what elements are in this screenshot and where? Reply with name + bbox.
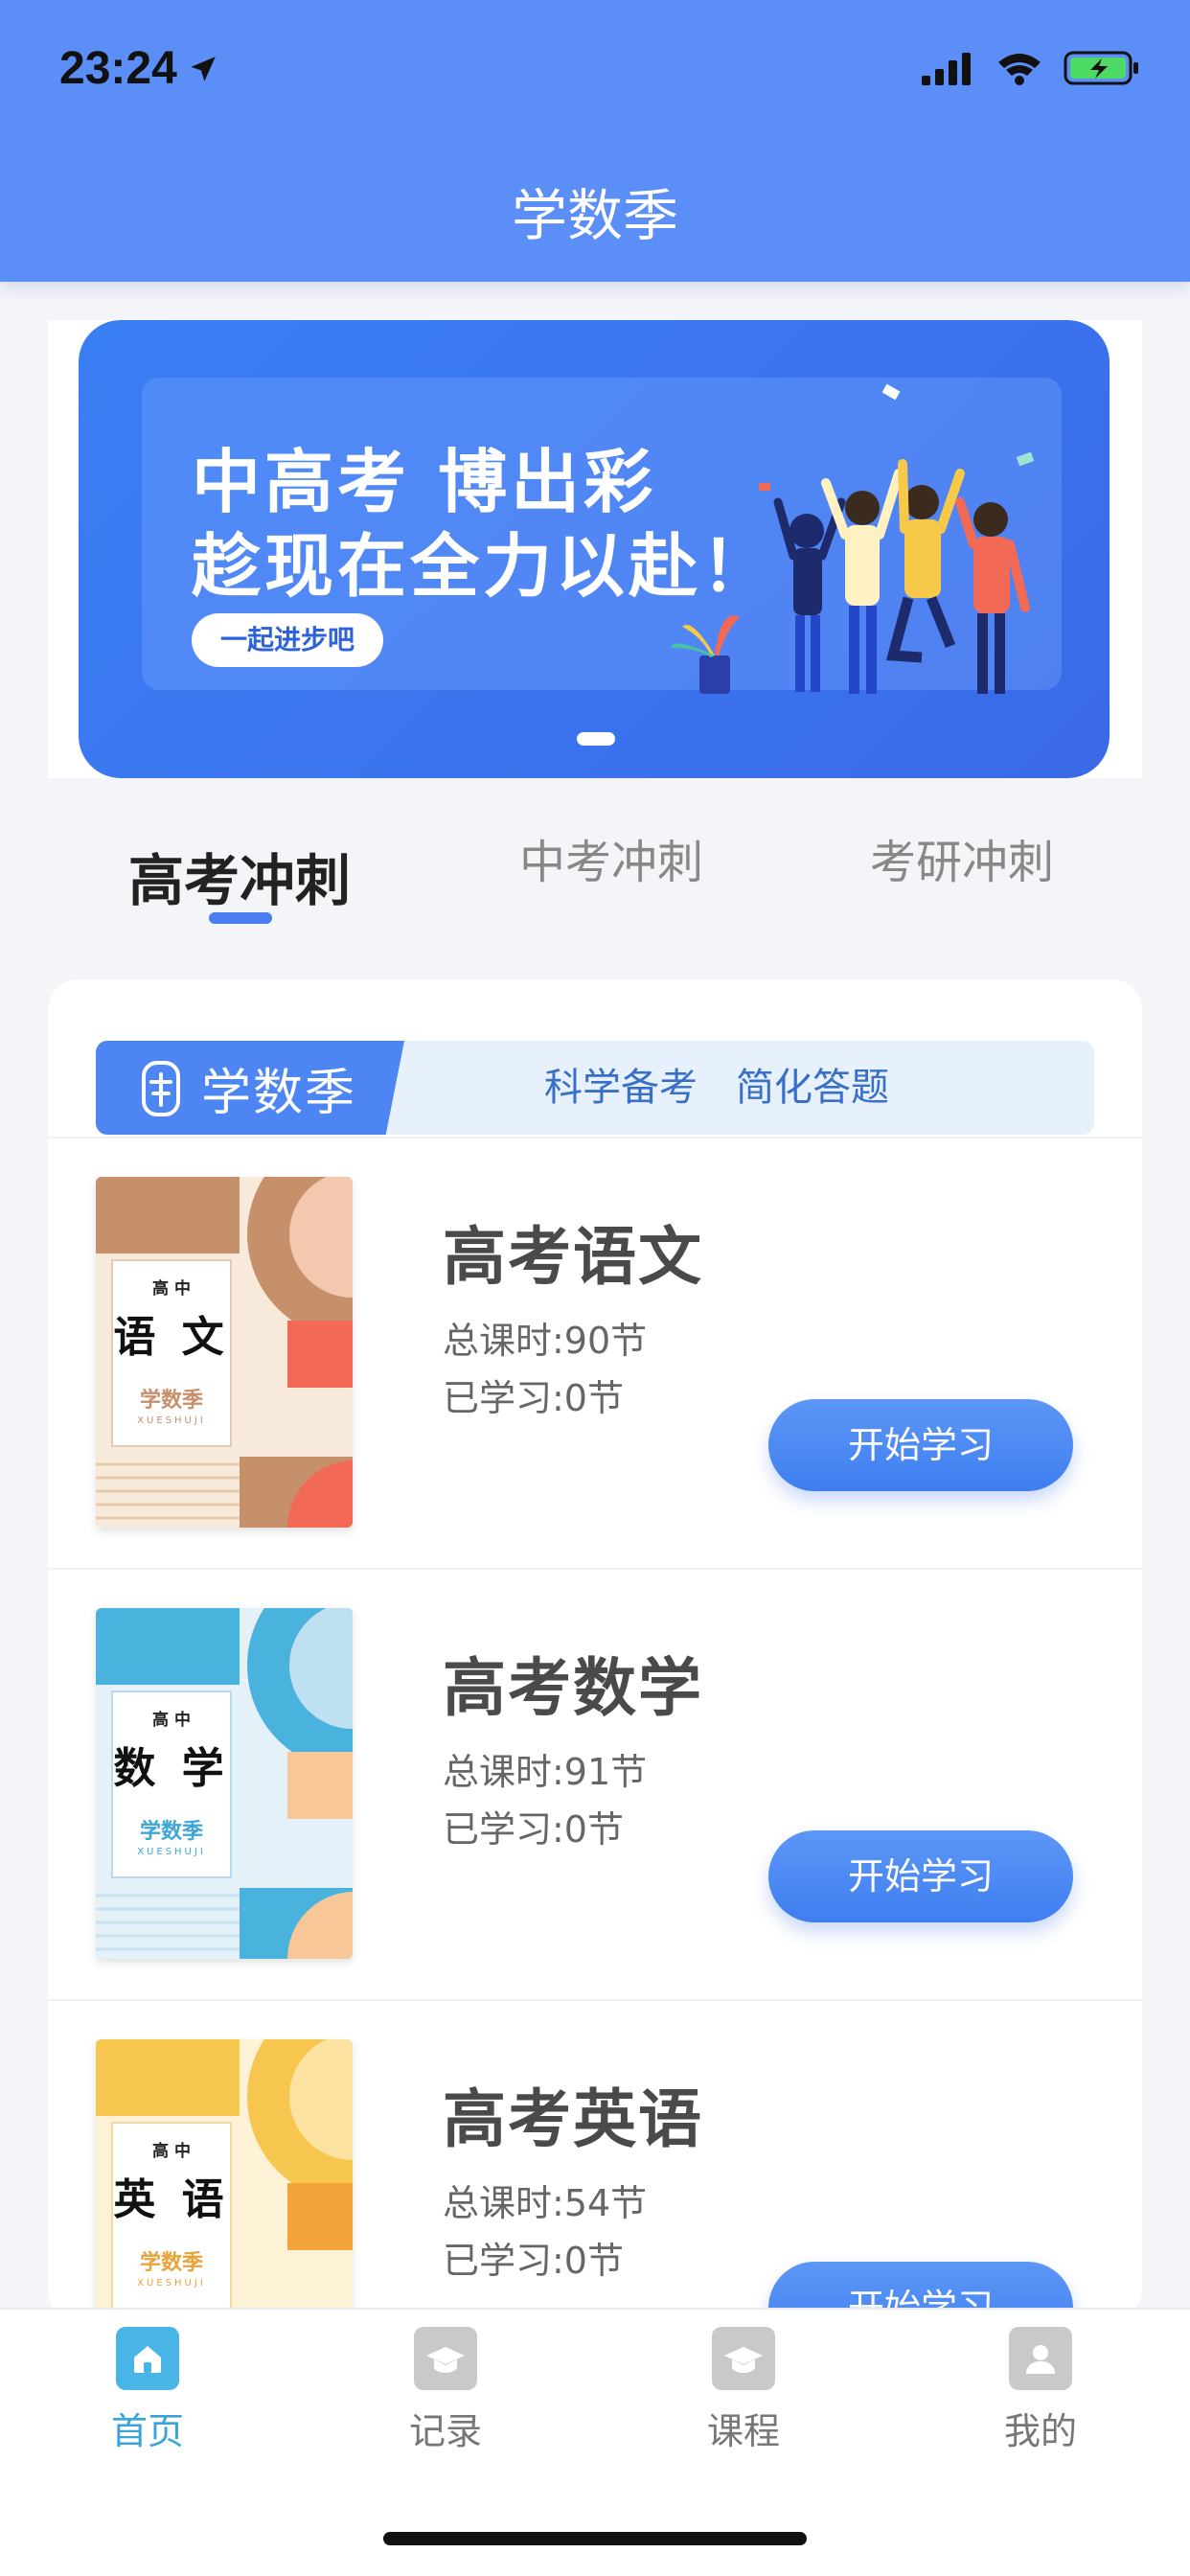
nav-records-label: 记录	[408, 2410, 482, 2452]
app-header: 23:24 学数季	[0, 0, 1190, 282]
cover-subject: 数 学	[113, 1744, 230, 1793]
brand-name: 学数季	[201, 1064, 357, 1122]
banner-carousel[interactable]: 中高考 博出彩 趁现在全力以赴！ 一起进步吧	[48, 320, 1142, 778]
signal-icon	[922, 51, 975, 89]
location-arrow-icon	[187, 53, 219, 85]
cover-brand: 学数季	[139, 1389, 203, 1413]
course-list-card: 学数季 科学备考 简化答题 高 中 语 文 学数季 XUESHUJI 高考语文 …	[48, 979, 1142, 2321]
cover-level: 高 中	[152, 1711, 191, 1730]
course-item-math[interactable]: 高 中 数 学 学数季 XUESHUJI 高考数学 总课时:91节 已学习:0节…	[48, 1568, 1142, 1999]
banner-cta-pill[interactable]: 一起进步吧	[192, 613, 383, 667]
nav-home[interactable]: 首页	[80, 2327, 215, 2454]
brand-banner: 学数季 科学备考 简化答题	[96, 1041, 1094, 1135]
nav-courses-label: 课程	[706, 2410, 780, 2452]
course-total-lessons: 总课时:91节	[443, 1751, 648, 1793]
wifi-icon	[996, 51, 1042, 89]
start-learning-button[interactable]: 开始学习	[768, 1830, 1073, 1922]
cover-label: 高 中 英 语 学数季 XUESHUJI	[111, 2122, 232, 2310]
cover-subject: 语 文	[113, 1313, 230, 1362]
nav-home-label: 首页	[110, 2410, 184, 2452]
course-cover-english: 高 中 英 语 学数季 XUESHUJI	[96, 2039, 353, 2321]
nav-profile[interactable]: 我的	[973, 2327, 1108, 2454]
celebrating-students-illustration	[671, 383, 1035, 694]
carousel-indicator	[577, 732, 615, 746]
tab-gaokao[interactable]: 高考冲刺	[128, 836, 351, 916]
active-tab-indicator	[209, 912, 272, 924]
brand-slogan-2: 简化答题	[736, 1066, 889, 1110]
course-title: 高考英语	[443, 2082, 703, 2156]
brand-slogan-1: 科学备考	[544, 1066, 698, 1110]
nav-profile-label: 我的	[1003, 2410, 1077, 2452]
status-time: 23:24	[59, 42, 219, 95]
course-total-lessons: 总课时:54节	[443, 2182, 648, 2224]
course-cover-chinese: 高 中 语 文 学数季 XUESHUJI	[96, 1177, 353, 1528]
tab-zhongkao[interactable]: 中考冲刺	[519, 824, 703, 891]
status-icons	[922, 50, 1140, 90]
banner-slide[interactable]: 中高考 博出彩 趁现在全力以赴！ 一起进步吧	[79, 320, 1110, 778]
graduation-cap-icon	[712, 2327, 775, 2390]
nav-courses[interactable]: 课程	[676, 2327, 811, 2454]
course-title: 高考数学	[443, 1651, 703, 1725]
cover-brand-sub: XUESHUJI	[137, 2278, 206, 2288]
cover-level: 高 中	[152, 1279, 191, 1299]
user-icon	[1009, 2327, 1072, 2390]
battery-charging-icon	[1064, 50, 1140, 90]
page-title: 学数季	[511, 183, 678, 248]
cover-brand: 学数季	[139, 1820, 203, 1844]
cover-brand: 学数季	[139, 2251, 203, 2275]
course-studied-lessons: 已学习:0节	[443, 1808, 624, 1851]
graduation-cap-icon	[414, 2327, 477, 2390]
start-learning-button[interactable]: 开始学习	[768, 1399, 1073, 1491]
brand-logo-icon	[140, 1057, 182, 1118]
status-time-text: 23:24	[59, 43, 177, 94]
course-studied-lessons: 已学习:0节	[443, 2240, 624, 2282]
cover-label: 高 中 数 学 学数季 XUESHUJI	[111, 1690, 232, 1878]
tab-kaoyan[interactable]: 考研冲刺	[870, 824, 1054, 891]
home-indicator[interactable]	[383, 2532, 807, 2545]
brand-tag: 学数季	[96, 1041, 404, 1135]
course-item-english[interactable]: 高 中 英 语 学数季 XUESHUJI 高考英语 总课时:54节 已学习:0节…	[48, 1999, 1142, 2321]
cover-level: 高 中	[152, 2142, 191, 2161]
course-studied-lessons: 已学习:0节	[443, 1377, 624, 1419]
home-icon	[116, 2327, 179, 2390]
cover-label: 高 中 语 文 学数季 XUESHUJI	[111, 1259, 232, 1447]
cover-brand-sub: XUESHUJI	[137, 1847, 206, 1857]
course-total-lessons: 总课时:90节	[443, 1320, 648, 1362]
category-tabs: 高考冲刺 中考冲刺 考研冲刺	[0, 824, 1190, 930]
course-item-chinese[interactable]: 高 中 语 文 学数季 XUESHUJI 高考语文 总课时:90节 已学习:0节…	[48, 1137, 1142, 1568]
cover-brand-sub: XUESHUJI	[137, 1415, 206, 1426]
cover-subject: 英 语	[113, 2175, 230, 2224]
course-cover-math: 高 中 数 学 学数季 XUESHUJI	[96, 1608, 353, 1959]
nav-records[interactable]: 记录	[378, 2327, 513, 2454]
course-title: 高考语文	[443, 1220, 703, 1294]
